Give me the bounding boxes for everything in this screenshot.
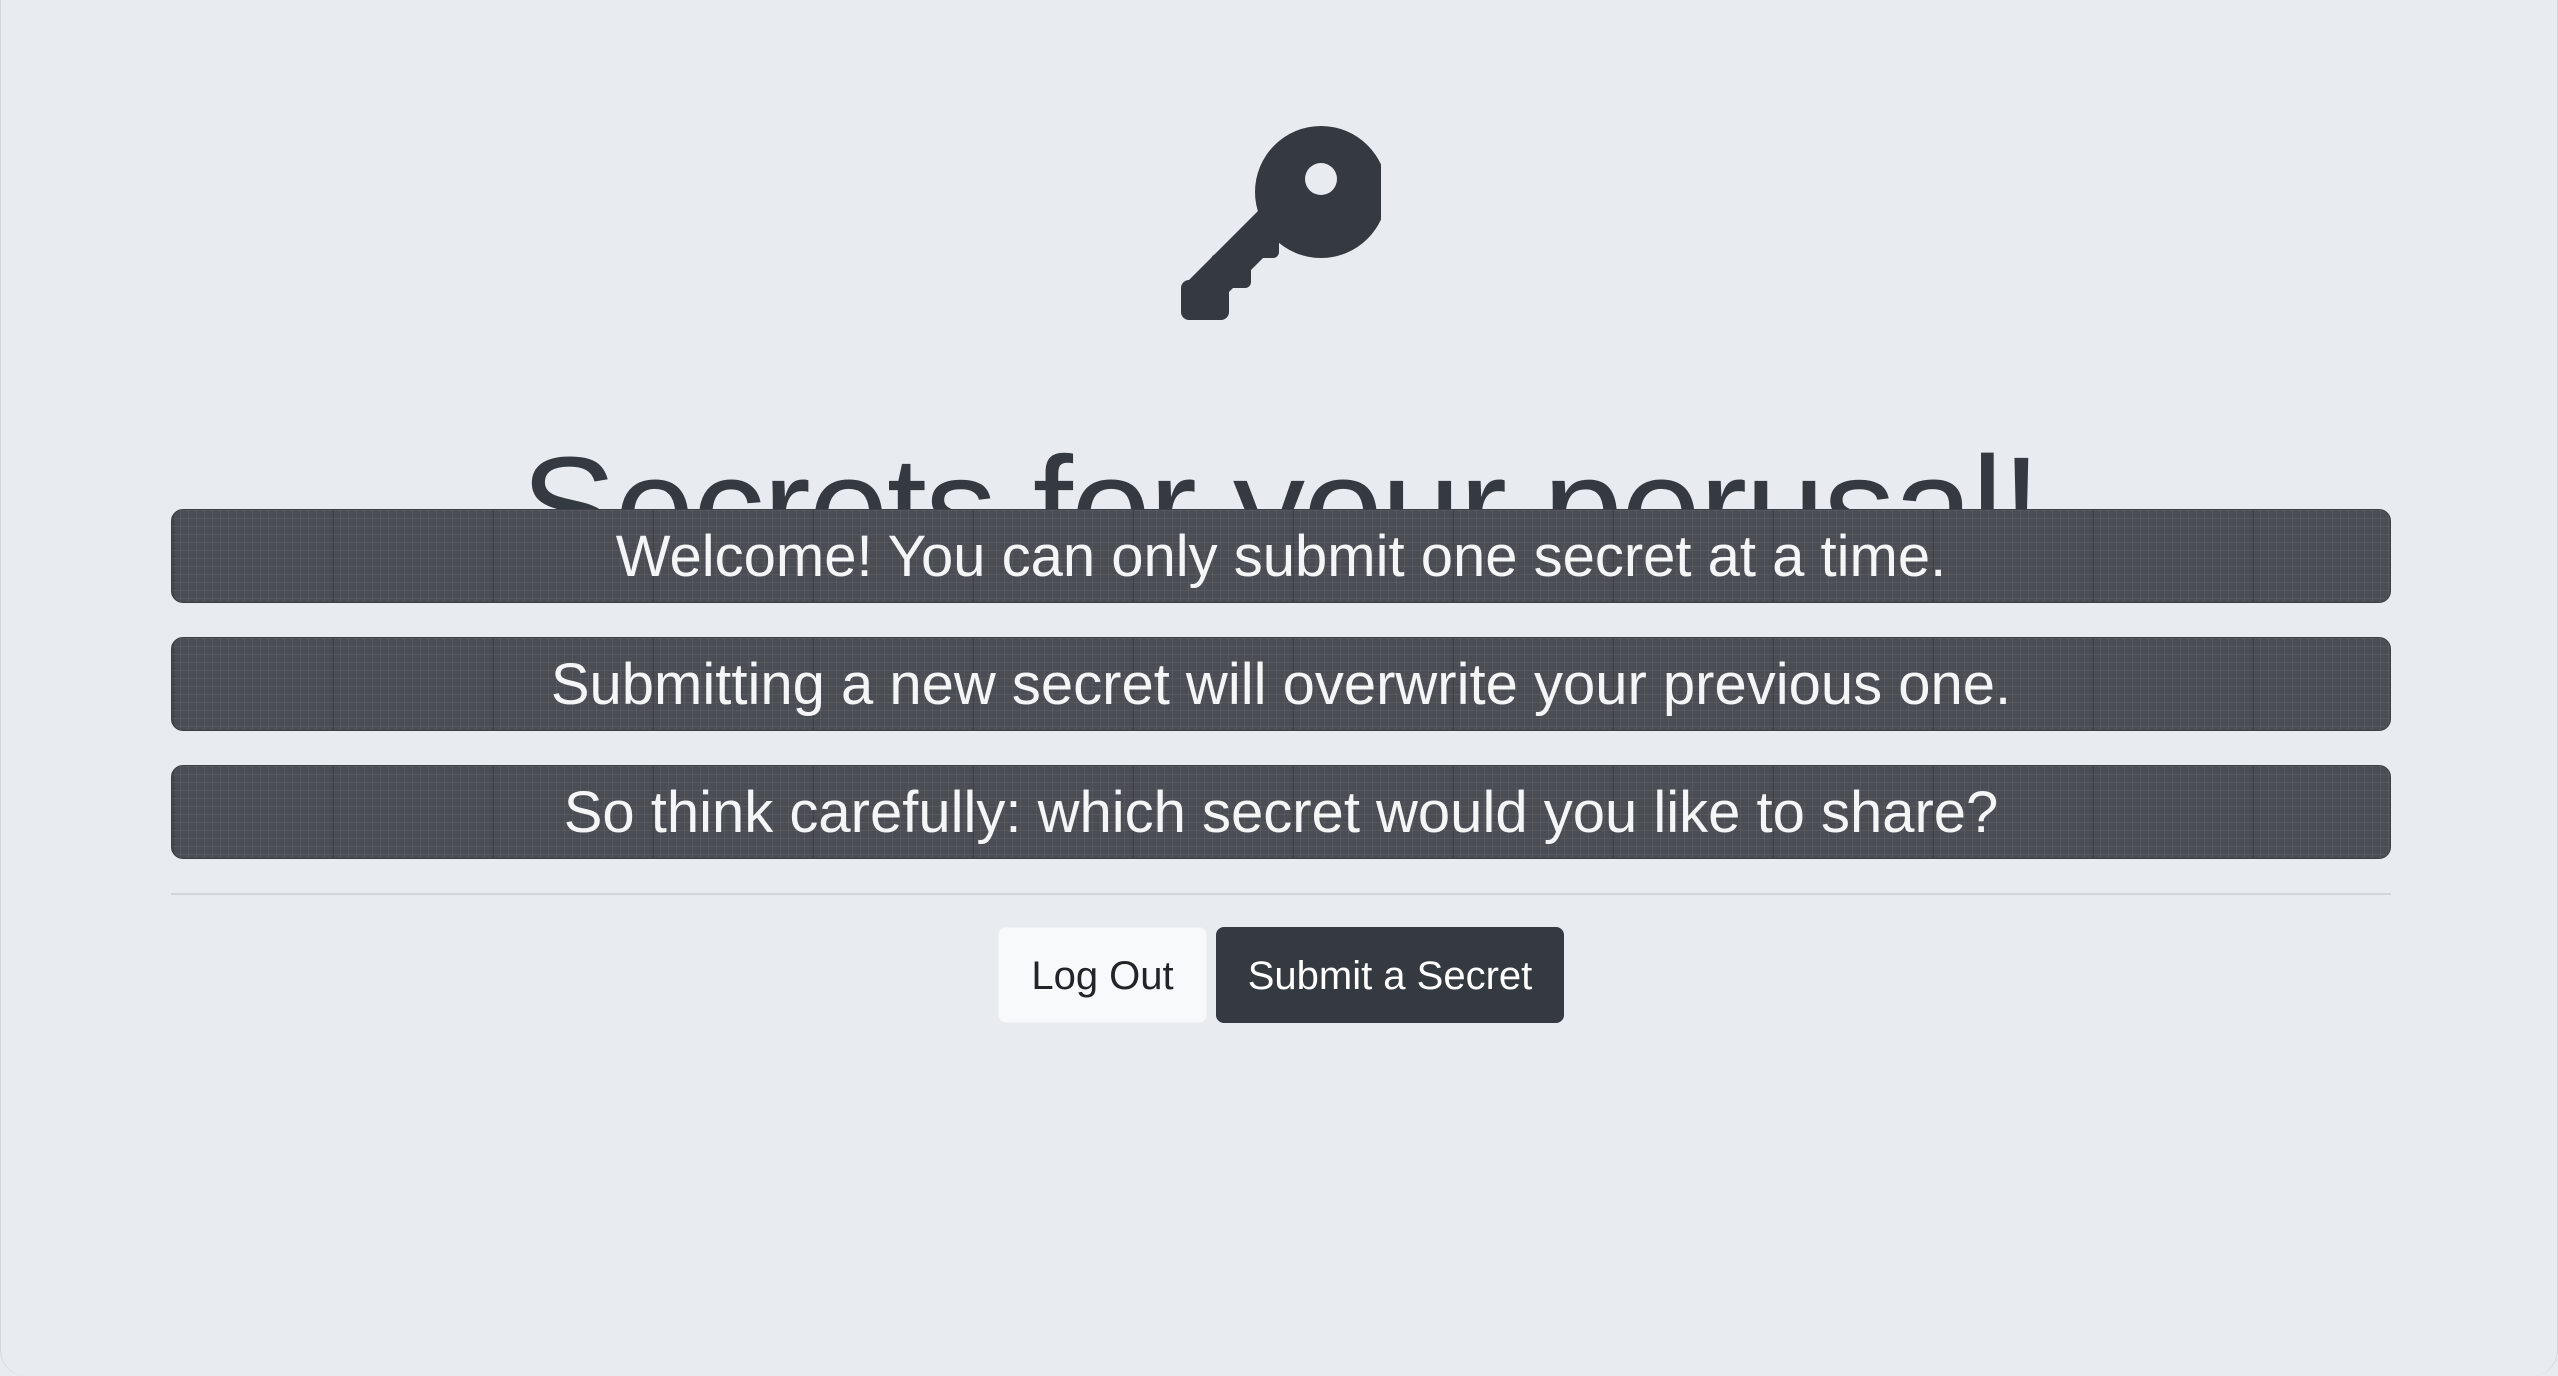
secret-card: So think carefully: which secret would y… xyxy=(171,765,2391,859)
submit-secret-button[interactable]: Submit a Secret xyxy=(1216,927,1564,1023)
log-out-button[interactable]: Log Out xyxy=(998,927,1207,1023)
secret-card: Submitting a new secret will overwrite y… xyxy=(171,637,2391,731)
secrets-page: Secrets for your perusal! Welcome! You c… xyxy=(0,0,2558,1376)
secret-card: Welcome! You can only submit one secret … xyxy=(171,509,2391,603)
key-icon xyxy=(1181,124,1381,324)
divider xyxy=(171,893,2391,895)
